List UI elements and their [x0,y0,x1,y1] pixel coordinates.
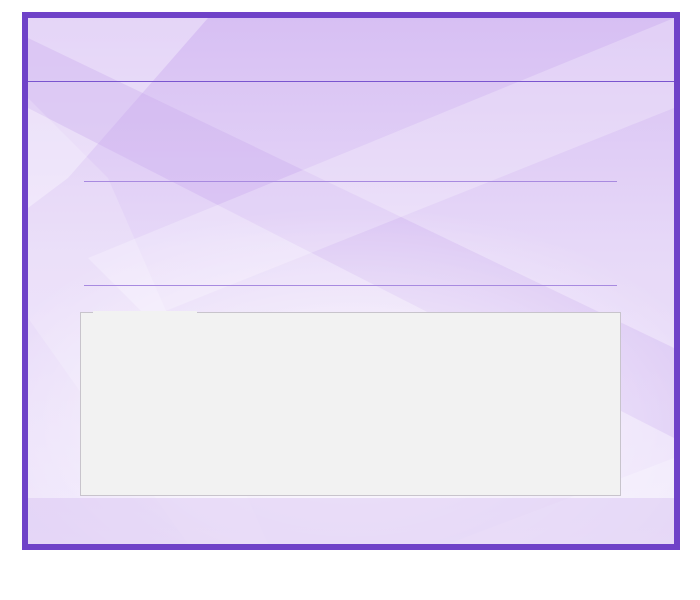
group-box [80,311,621,496]
bottom-band [28,498,674,544]
group-content [95,331,606,481]
section-divider-1 [84,181,617,182]
window-header [28,18,674,82]
dialog-window [22,12,680,550]
section-divider-2 [84,285,617,286]
group-legend [93,311,197,315]
